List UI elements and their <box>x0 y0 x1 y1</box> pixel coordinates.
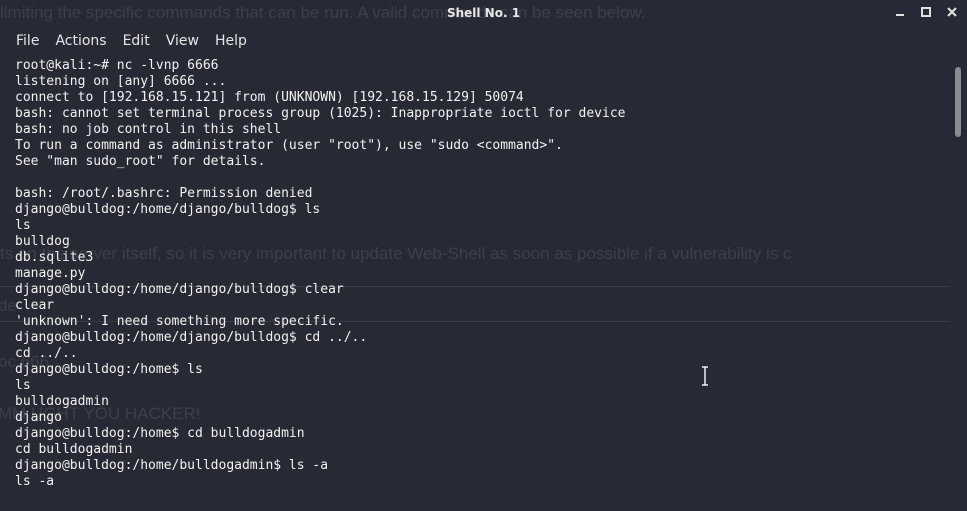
maximize-button[interactable] <box>919 5 933 19</box>
menu-edit[interactable]: Edit <box>115 33 158 49</box>
terminal-line: listening on [any] 6666 ... <box>15 74 227 89</box>
terminal-line: django@bulldog:/home/bulldogadmin$ ls -a <box>15 458 329 473</box>
terminal-line: bash: /root/.bashrc: Permission denied <box>15 186 313 201</box>
menu-help[interactable]: Help <box>207 33 255 49</box>
terminal-line: connect to [192.168.15.121] from (UNKNOW… <box>15 90 524 105</box>
close-icon <box>947 7 957 17</box>
menu-file[interactable]: File <box>8 33 47 49</box>
terminal-line: To run a command as administrator (user … <box>15 138 563 153</box>
terminal-line: ls -a <box>15 474 55 489</box>
terminal-line: django@bulldog:/home$ cd bulldogadmin <box>15 426 305 441</box>
terminal-window: limiting the specific commands that can … <box>0 0 967 511</box>
terminal-line: root@kali:~# nc -lvnp 6666 <box>15 58 219 73</box>
terminal-line: ls <box>15 378 31 393</box>
terminal-line: cd bulldogadmin <box>15 442 133 457</box>
terminal-line: bulldogadmin <box>15 394 109 409</box>
terminal-scrollbar[interactable] <box>955 67 961 507</box>
menu-bar: File Actions Edit View Help <box>0 27 967 55</box>
terminal-line: bulldog <box>15 234 70 249</box>
maximize-icon <box>921 7 931 17</box>
terminal-line: See "man sudo_root" for details. <box>15 154 266 169</box>
menu-actions[interactable]: Actions <box>47 33 114 49</box>
scrollbar-thumb[interactable] <box>955 67 961 137</box>
terminal-line: django@bulldog:/home$ ls <box>15 362 203 377</box>
window-title: Shell No. 1 <box>446 6 521 20</box>
terminal-line: manage.py <box>15 266 86 281</box>
minimize-icon <box>896 14 904 16</box>
window-controls <box>893 5 959 19</box>
terminal-line: db.sqlite3 <box>15 250 94 265</box>
menu-view[interactable]: View <box>158 33 207 49</box>
terminal-line: bash: no job control in this shell <box>15 122 282 137</box>
minimize-button[interactable] <box>893 5 907 19</box>
terminal-line: clear <box>15 298 55 313</box>
terminal-output[interactable]: root@kali:~# nc -lvnp 6666 listening on [… <box>0 58 950 511</box>
terminal-line: django <box>15 410 62 425</box>
terminal-line: 'unknown': I need something more specifi… <box>15 314 344 329</box>
terminal-line: bash: cannot set terminal process group … <box>15 106 626 121</box>
title-bar[interactable]: Shell No. 1 <box>0 0 967 27</box>
terminal-line: django@bulldog:/home/django/bulldog$ cle… <box>15 282 344 297</box>
close-button[interactable] <box>945 5 959 19</box>
terminal-line: django@bulldog:/home/django/bulldog$ ls <box>15 202 321 217</box>
terminal-line: django@bulldog:/home/django/bulldog$ cd … <box>15 330 368 345</box>
terminal-line: cd ../.. <box>15 346 78 361</box>
terminal-line: ls <box>15 218 31 233</box>
